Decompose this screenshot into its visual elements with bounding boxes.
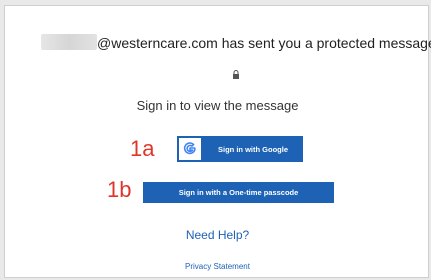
google-button-label: Sign in with Google bbox=[218, 144, 288, 154]
sender-message-header: @westerncare.com has sent you a protecte… bbox=[97, 35, 431, 51]
sign-in-subtitle: Sign in to view the message bbox=[136, 98, 299, 113]
sign-in-with-otp-button[interactable]: Sign in with a One-time passcode bbox=[143, 182, 334, 203]
annotation-1a: 1a bbox=[130, 136, 155, 161]
google-g-icon bbox=[183, 142, 196, 155]
sign-in-with-google-button[interactable]: Sign in with Google bbox=[177, 136, 303, 162]
redacted-sender-name bbox=[41, 34, 97, 50]
lock-icon bbox=[233, 70, 239, 79]
need-help-link[interactable]: Need Help? bbox=[5, 228, 430, 242]
message-card: @westerncare.com has sent you a protecte… bbox=[4, 5, 431, 278]
annotation-1b: 1b bbox=[107, 177, 132, 202]
google-g-icon-box bbox=[179, 138, 201, 160]
privacy-statement-link[interactable]: Privacy Statement bbox=[5, 262, 430, 271]
